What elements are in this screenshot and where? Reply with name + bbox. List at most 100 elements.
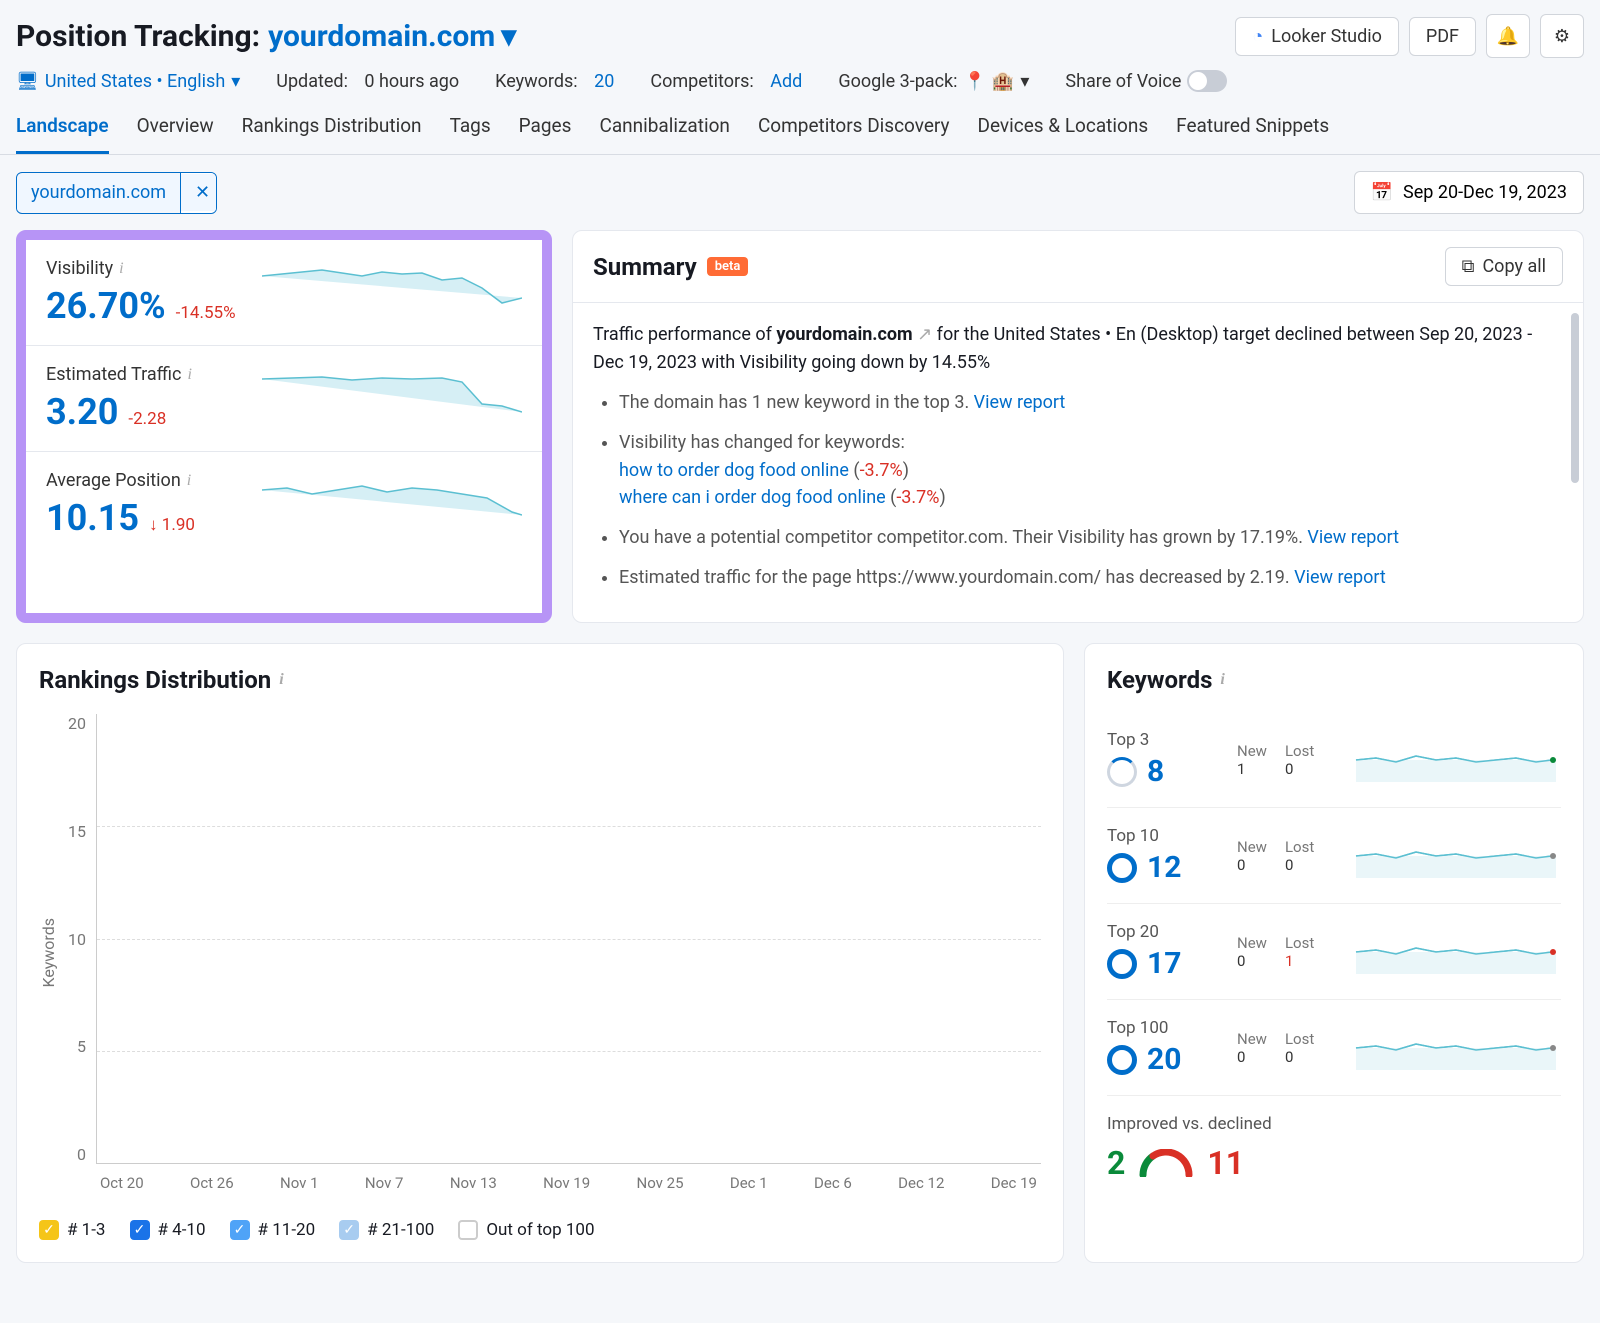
info-icon[interactable]: i [279, 671, 283, 689]
copy-all-button[interactable]: ⧉Copy all [1445, 247, 1563, 286]
checkbox-checked-icon: ✓ [230, 1220, 250, 1240]
metric-average-position[interactable]: Average Position i 10.15↓ 1.90 [26, 452, 542, 557]
keyword-link[interactable]: how to order dog food online [619, 460, 849, 481]
domain-name: yourdomain.com [268, 19, 495, 54]
chart-legend: ✓# 1-3 ✓# 4-10 ✓# 11-20 ✓# 21-100 Out of… [39, 1220, 1041, 1240]
copy-icon: ⧉ [1462, 256, 1475, 277]
ring-icon [1107, 757, 1137, 787]
keyword-tier-row[interactable]: Top 10 12 New0 Lost0 [1107, 808, 1561, 904]
add-competitor-link[interactable]: Add [770, 71, 802, 92]
improved-declined: Improved vs. declined 2 11 [1107, 1096, 1561, 1182]
tab-tags[interactable]: Tags [450, 114, 491, 154]
keywords-info: Keywords: 20 [495, 71, 614, 92]
info-icon[interactable]: i [1220, 671, 1224, 689]
notifications-button[interactable]: 🔔 [1486, 14, 1530, 58]
ring-icon [1107, 853, 1137, 883]
close-icon: ✕ [181, 174, 217, 211]
gear-icon: ⚙ [1554, 26, 1570, 47]
checkbox-checked-icon: ✓ [339, 1220, 359, 1240]
keywords-card: Keywords i Top 3 8 New1 Lost0 Top 10 12 … [1084, 643, 1584, 1263]
location-selector[interactable]: 🖥 United States • English ▾ [16, 71, 240, 92]
legend-item[interactable]: ✓# 4-10 [130, 1220, 206, 1240]
x-axis: Oct 20Oct 26Nov 1Nov 7Nov 13Nov 19Nov 25… [96, 1174, 1041, 1192]
share-of-voice-toggle[interactable]: Share of Voice [1065, 70, 1227, 92]
view-report-link[interactable]: View report [974, 392, 1066, 413]
checkbox-checked-icon: ✓ [130, 1220, 150, 1240]
info-icon[interactable]: i [187, 472, 191, 490]
legend-item[interactable]: ✓# 11-20 [230, 1220, 316, 1240]
tab-landscape[interactable]: Landscape [16, 114, 109, 154]
summary-bullet: Estimated traffic for the page https://w… [619, 564, 1563, 592]
info-icon[interactable]: i [119, 260, 123, 278]
calendar-icon: 📅 [1371, 182, 1393, 203]
metric-estimated-traffic[interactable]: Estimated Traffic i 3.20-2.28 [26, 346, 542, 452]
google-3pack[interactable]: Google 3-pack: 📍 🏨 ▾ [838, 71, 1029, 92]
domain-selector[interactable]: yourdomain.com ▾ [268, 19, 516, 54]
y-axis-label: Keywords [39, 918, 58, 988]
y-axis: 20151050 [68, 714, 86, 1164]
checkbox-checked-icon: ✓ [39, 1220, 59, 1240]
arrow-down-icon: ↓ [149, 515, 158, 535]
main-tabs: Landscape Overview Rankings Distribution… [0, 114, 1600, 155]
checkbox-unchecked-icon [458, 1220, 478, 1240]
tab-cannibalization[interactable]: Cannibalization [599, 114, 729, 154]
keyword-tier-row[interactable]: Top 3 8 New1 Lost0 [1107, 712, 1561, 808]
ring-icon [1107, 1045, 1137, 1075]
summary-intro: Traffic performance of yourdomain.com ↗ … [593, 321, 1563, 377]
keyword-sparkline [1351, 1026, 1561, 1070]
competitors-info: Competitors: Add [650, 71, 802, 92]
traffic-sparkline [262, 364, 522, 424]
looker-icon: ◔ [1252, 26, 1263, 47]
keyword-tier-row[interactable]: Top 20 17 New0 Lost1 [1107, 904, 1561, 1000]
chevron-down-icon: ▾ [231, 71, 240, 92]
keyword-sparkline [1351, 738, 1561, 782]
pdf-button[interactable]: PDF [1409, 17, 1476, 56]
date-range-picker[interactable]: 📅 Sep 20-Dec 19, 2023 [1354, 171, 1584, 214]
keyword-link[interactable]: where can i order dog food online [619, 487, 886, 508]
tab-devices-locations[interactable]: Devices & Locations [978, 114, 1149, 154]
legend-item[interactable]: ✓# 21-100 [339, 1220, 434, 1240]
keyword-sparkline [1351, 834, 1561, 878]
gauge-icon [1139, 1149, 1193, 1177]
looker-studio-button[interactable]: ◔ Looker Studio [1235, 17, 1398, 56]
tab-rankings-distribution[interactable]: Rankings Distribution [242, 114, 422, 154]
monitor-icon: 🖥 [16, 71, 39, 92]
chevron-down-icon: ▾ [501, 19, 516, 54]
metrics-panel: Visibility i 26.70%-14.55% Estimated Tra… [16, 230, 552, 623]
summary-bullet: You have a potential competitor competit… [619, 524, 1563, 552]
visibility-sparkline [262, 258, 522, 318]
toggle-off-icon [1187, 70, 1227, 92]
improved-count: 2 [1107, 1144, 1125, 1182]
legend-item[interactable]: ✓# 1-3 [39, 1220, 106, 1240]
tab-featured-snippets[interactable]: Featured Snippets [1176, 114, 1329, 154]
keyword-tier-row[interactable]: Top 100 20 New0 Lost0 [1107, 1000, 1561, 1096]
keyword-sparkline [1351, 930, 1561, 974]
summary-bullet: The domain has 1 new keyword in the top … [619, 389, 1563, 417]
updated-info: Updated: 0 hours ago [276, 71, 459, 92]
summary-title: Summary [593, 253, 697, 281]
declined-count: 11 [1207, 1144, 1244, 1182]
tab-competitors-discovery[interactable]: Competitors Discovery [758, 114, 950, 154]
scrollbar[interactable] [1571, 313, 1579, 483]
rankings-distribution-card: Rankings Distribution i Keywords 2015105… [16, 643, 1064, 1263]
tab-overview[interactable]: Overview [137, 114, 214, 154]
ring-icon [1107, 949, 1137, 979]
metric-visibility[interactable]: Visibility i 26.70%-14.55% [26, 240, 542, 346]
legend-item[interactable]: Out of top 100 [458, 1220, 594, 1240]
settings-button[interactable]: ⚙ [1540, 14, 1584, 58]
tab-pages[interactable]: Pages [519, 114, 572, 154]
domain-filter-chip: yourdomain.com ✕ [16, 172, 217, 214]
info-icon[interactable]: i [187, 366, 191, 384]
remove-chip-button[interactable]: ✕ [180, 173, 216, 213]
chevron-down-icon: ▾ [1020, 71, 1029, 92]
beta-badge: beta [707, 257, 749, 276]
map-pin-icon: 📍 [964, 71, 986, 92]
position-sparkline [262, 470, 522, 530]
building-icon: 🏨 [992, 71, 1014, 92]
external-link-icon[interactable]: ↗ [917, 324, 932, 345]
rankings-bar-chart[interactable] [96, 714, 1041, 1164]
view-report-link[interactable]: View report [1307, 527, 1399, 548]
summary-bullet: Visibility has changed for keywords: how… [619, 429, 1563, 513]
view-report-link[interactable]: View report [1294, 567, 1386, 588]
summary-card: Summary beta ⧉Copy all Traffic performanc… [572, 230, 1584, 623]
